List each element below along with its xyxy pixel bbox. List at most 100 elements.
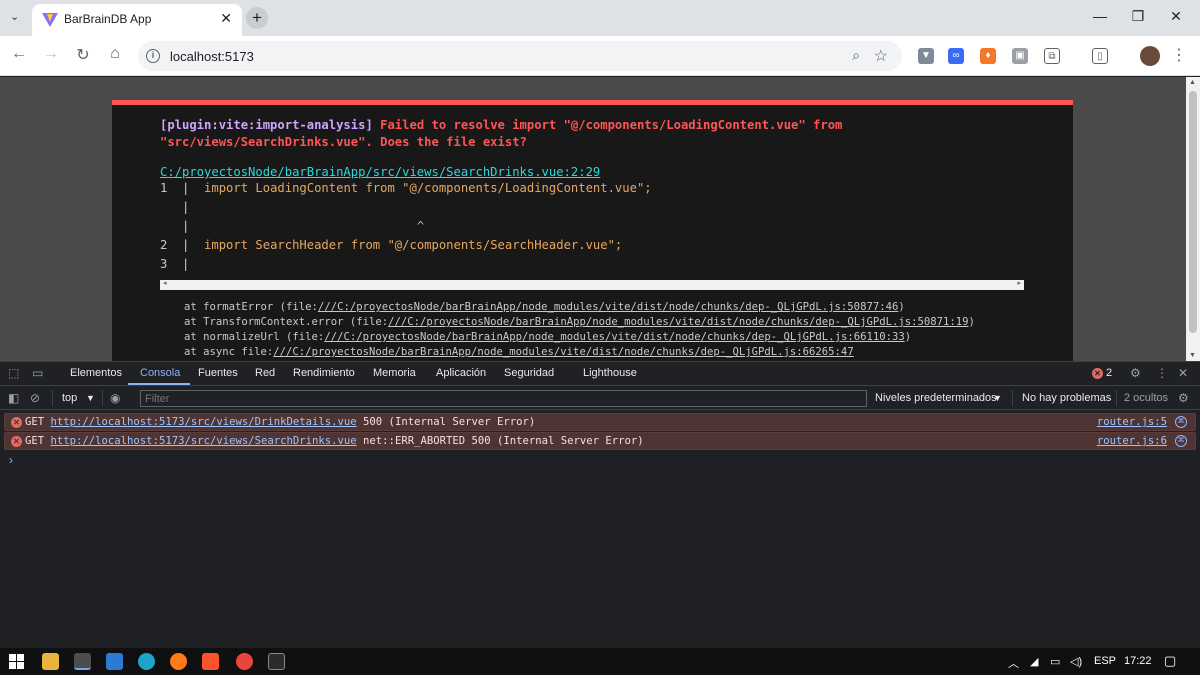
code-frame-line: 3 | — [160, 257, 190, 271]
code-frame-scrollbar[interactable]: ◂ ▸ — [160, 280, 1024, 290]
restore-button[interactable]: ❐ — [1128, 8, 1148, 25]
close-window-button[interactable]: ✕ — [1166, 8, 1186, 25]
source-info-icon[interactable]: ⌘ — [1175, 435, 1187, 447]
brave-icon[interactable] — [202, 653, 219, 670]
code-frame-line: | ^ — [160, 219, 425, 233]
sidebar-toggle-icon[interactable]: ◧ — [8, 391, 19, 405]
minimize-button[interactable]: — — [1090, 8, 1110, 24]
console-filter-bar: ◧ ⊘ top ▼ ◉ Niveles predeterminados ▼ No… — [0, 386, 1200, 410]
show-hidden-icons[interactable]: ︿ — [1008, 655, 1019, 671]
devtools-tab-aplicación[interactable]: Aplicación — [436, 367, 486, 379]
edge-icon[interactable] — [138, 653, 155, 670]
context-selector[interactable]: top — [62, 392, 77, 404]
address-bar[interactable]: i localhost:5173 ⌕ ☆ — [138, 41, 902, 71]
stack-frame: at async file:///C:/proyectosNode/barBra… — [184, 346, 854, 358]
error-message: GET http://localhost:5173/src/views/Sear… — [25, 435, 644, 447]
console-prompt[interactable]: › — [9, 453, 13, 467]
browser-toolbar: ← → ↻ ⌂ i localhost:5173 ⌕ ☆ ▼ ∞ ♦ ▣ ⧉ ▯… — [0, 36, 1200, 76]
device-toolbar-icon[interactable]: ▭ — [32, 366, 43, 380]
stack-frame: at normalizeUrl (file:///C:/proyectosNod… — [184, 331, 912, 343]
windows-taskbar: ︿ ◢ ▭ ◁) ESP 17:22 ▢ — [0, 648, 1200, 675]
source-info-icon[interactable]: ⌘ — [1175, 416, 1187, 428]
console-error-row[interactable]: ✕ GET http://localhost:5173/src/views/Dri… — [4, 413, 1196, 431]
request-url-link[interactable]: http://localhost:5173/src/views/DrinkDet… — [51, 416, 357, 428]
vue-devtools-extension-icon[interactable]: ▼ — [918, 48, 934, 64]
console-filter-input[interactable] — [140, 390, 867, 407]
hidden-count: 2 ocultos — [1124, 392, 1169, 404]
volume-icon[interactable]: ◁) — [1070, 655, 1082, 668]
profile-avatar[interactable] — [1140, 46, 1160, 66]
console-settings-icon[interactable]: ⚙ — [1178, 391, 1189, 405]
close-devtools-icon[interactable]: ✕ — [1178, 366, 1188, 380]
source-link[interactable]: router.js:5 — [1097, 416, 1167, 428]
settings-gear-icon[interactable]: ⚙ — [1130, 366, 1141, 380]
devtools-tab-rendimiento[interactable]: Rendimiento — [293, 367, 355, 379]
issues-button[interactable]: No hay problemas — [1022, 392, 1111, 404]
stack-link[interactable]: ///C:/proyectosNode/barBrainApp/node_mod… — [273, 346, 853, 358]
new-tab-button[interactable]: + — [246, 7, 268, 29]
inspect-element-icon[interactable]: ⬚ — [8, 366, 19, 380]
devtools-tab-consola[interactable]: Consola — [140, 367, 180, 379]
monitor-icon[interactable]: ▭ — [1050, 655, 1060, 668]
home-icon[interactable]: ⌂ — [104, 45, 126, 63]
back-arrow-icon[interactable]: ← — [8, 45, 30, 63]
windows-start-icon[interactable] — [8, 653, 25, 670]
source-link[interactable]: router.js:6 — [1097, 435, 1167, 447]
menu-icon[interactable]: ⋮ — [1168, 45, 1190, 65]
tab-search-icon[interactable]: ⌄ — [10, 10, 19, 23]
stack-link[interactable]: ///C:/proyectosNode/barBrainApp/node_mod… — [318, 301, 898, 313]
notifications-icon[interactable]: ▢ — [1164, 653, 1176, 669]
bookmark-star-icon[interactable]: ☆ — [874, 46, 888, 66]
devtools-tab-seguridad[interactable]: Seguridad — [504, 367, 554, 379]
extension-icon[interactable]: ∞ — [948, 48, 964, 64]
context-dropdown-icon[interactable]: ▼ — [86, 393, 95, 403]
devtools-tab-lighthouse[interactable]: Lighthouse — [583, 367, 637, 379]
error-message: [plugin:vite:import-analysis] Failed to … — [160, 118, 843, 149]
tab-close-button[interactable]: ✕ — [220, 10, 232, 27]
firefox-icon[interactable] — [170, 653, 187, 670]
screen-extension-icon[interactable]: ▣ — [1012, 48, 1028, 64]
chrome-app-icon[interactable] — [74, 653, 91, 670]
devtools-tab-elementos[interactable]: Elementos — [70, 367, 122, 379]
code-frame-line: 1 | import LoadingContent from "@/compon… — [160, 181, 652, 195]
devtools-tab-red[interactable]: Red — [255, 367, 275, 379]
clear-console-icon[interactable]: ⊘ — [30, 391, 40, 405]
browser-tab[interactable]: BarBrainDB App ✕ — [32, 4, 242, 36]
devtools-tab-fuentes[interactable]: Fuentes — [198, 367, 238, 379]
levels-chevron-icon[interactable]: ▼ — [993, 393, 1002, 403]
page-scrollbar[interactable]: ▲ ▼ — [1186, 77, 1200, 361]
stack-link[interactable]: ///C:/proyectosNode/barBrainApp/node_mod… — [324, 331, 904, 343]
stack-trace: at formatError (file:///C:/proyectosNode… — [184, 300, 1025, 361]
language-indicator[interactable]: ESP — [1094, 655, 1116, 667]
more-options-icon[interactable]: ⋮ — [1156, 366, 1168, 380]
extensions-puzzle-icon[interactable]: ⧉ — [1044, 48, 1060, 64]
console-error-row[interactable]: ✕ GET http://localhost:5173/src/views/Sea… — [4, 432, 1196, 450]
reload-icon[interactable]: ↻ — [72, 45, 94, 65]
error-message: GET http://localhost:5173/src/views/Drin… — [25, 416, 536, 428]
code-frame-line: | — [160, 200, 190, 214]
code-frame-line: 2 | import SearchHeader from "@/componen… — [160, 238, 623, 252]
file-explorer-icon[interactable] — [42, 653, 59, 670]
url-text[interactable]: localhost:5173 — [170, 49, 254, 64]
terminal-icon[interactable] — [268, 653, 285, 670]
network-icon[interactable]: ◢ — [1030, 655, 1038, 668]
chrome-icon[interactable] — [236, 653, 253, 670]
site-info-icon[interactable]: i — [146, 49, 160, 63]
eye-icon[interactable]: ◉ — [110, 391, 120, 405]
reading-list-icon[interactable]: ▯ — [1092, 48, 1108, 64]
log-levels-dropdown[interactable]: Niveles predeterminados — [875, 392, 997, 404]
zoom-icon[interactable]: ⌕ — [852, 47, 860, 64]
forward-arrow-icon[interactable]: → — [40, 45, 62, 63]
request-url-link[interactable]: http://localhost:5173/src/views/SearchDr… — [51, 435, 357, 447]
error-file-link[interactable]: C:/proyectosNode/barBrainApp/src/views/S… — [160, 165, 1025, 179]
error-icon: ✕ — [11, 417, 22, 428]
error-count-badge[interactable]: ✕ 2 — [1092, 367, 1112, 379]
clock[interactable]: 17:22 — [1124, 655, 1152, 667]
vscode-icon[interactable] — [106, 653, 123, 670]
fire-extension-icon[interactable]: ♦ — [980, 48, 996, 64]
vite-error-overlay: [plugin:vite:import-analysis] Failed to … — [112, 100, 1073, 361]
stack-link[interactable]: ///C:/proyectosNode/barBrainApp/node_mod… — [388, 316, 968, 328]
page-viewport: [plugin:vite:import-analysis] Failed to … — [0, 77, 1186, 361]
devtools-tab-memoria[interactable]: Memoria — [373, 367, 416, 379]
code-frame: 1 | import LoadingContent from "@/compon… — [160, 179, 1025, 274]
